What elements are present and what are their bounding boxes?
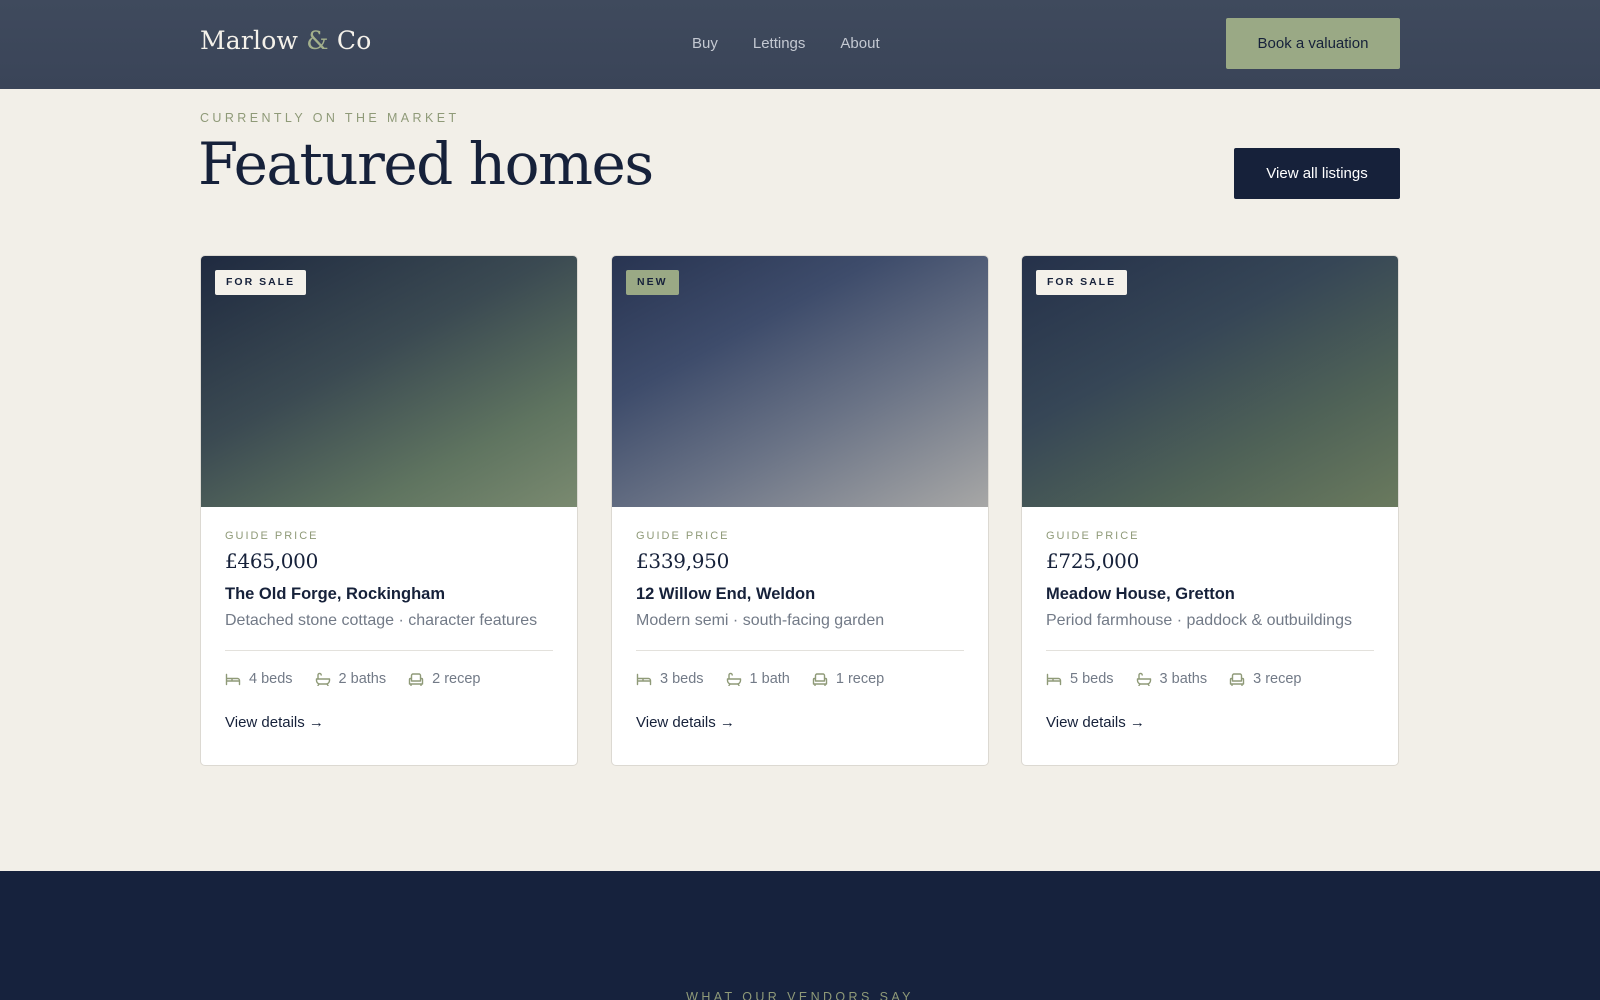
property-card[interactable]: FOR SALE GUIDE PRICE £725,000 Meadow Hou…: [1021, 255, 1399, 766]
property-card[interactable]: FOR SALE GUIDE PRICE £465,000 The Old Fo…: [200, 255, 578, 766]
bed-icon: [636, 673, 652, 686]
price: £465,000: [225, 549, 319, 573]
site-header: Marlow & Co Buy Lettings About Book a va…: [0, 0, 1600, 89]
recep-count: 1 recep: [835, 671, 885, 687]
feature-baths: 1 bath: [726, 671, 790, 687]
property-name: Meadow House, Gretton: [1046, 585, 1235, 603]
status-badge: FOR SALE: [215, 270, 307, 295]
section-eyebrow: CURRENTLY ON THE MARKET: [200, 111, 460, 125]
bath-icon: [726, 672, 741, 686]
logo-text: Marlow: [200, 26, 307, 55]
logo-text-end: Co: [328, 26, 372, 55]
bath-icon: [1136, 672, 1151, 686]
section-title: Featured homes: [198, 130, 654, 198]
feature-beds: 3 beds: [636, 671, 704, 687]
beds-count: 4 beds: [249, 671, 293, 687]
sofa-icon: [812, 673, 828, 686]
guide-price-label: GUIDE PRICE: [636, 530, 730, 542]
beds-count: 5 beds: [1070, 671, 1114, 687]
property-name: The Old Forge, Rockingham: [225, 585, 446, 603]
property-description: Modern semi · south-facing garden: [636, 612, 885, 629]
property-card[interactable]: NEW GUIDE PRICE £339,950 12 Willow End, …: [611, 255, 989, 766]
card-body: GUIDE PRICE £465,000 The Old Forge, Rock…: [225, 507, 553, 732]
property-description: Detached stone cottage · character featu…: [225, 612, 538, 629]
book-valuation-button[interactable]: Book a valuation: [1226, 18, 1400, 69]
sofa-icon: [1229, 673, 1245, 686]
card-body: GUIDE PRICE £725,000 Meadow House, Grett…: [1046, 507, 1374, 732]
price: £725,000: [1046, 549, 1140, 573]
feature-baths: 2 baths: [315, 671, 387, 687]
feature-recep: 3 recep: [1229, 671, 1302, 687]
feature-beds: 4 beds: [225, 671, 293, 687]
recep-count: 2 recep: [432, 671, 481, 687]
recep-count: 3 recep: [1253, 671, 1302, 687]
baths-count: 2 baths: [338, 671, 387, 687]
divider: [225, 650, 553, 651]
testimonials-section: WHAT OUR VENDORS SAY: [0, 871, 1600, 1000]
baths-count: 3 baths: [1159, 671, 1208, 687]
feature-recep: 1 recep: [812, 671, 884, 687]
divider: [636, 650, 964, 651]
property-name: 12 Willow End, Weldon: [636, 585, 816, 603]
beds-count: 3 beds: [660, 671, 704, 687]
status-badge: NEW: [626, 270, 679, 295]
testimonials-eyebrow: WHAT OUR VENDORS SAY: [686, 990, 914, 1000]
baths-count: 1 bath: [749, 671, 790, 687]
property-image[interactable]: NEW: [612, 256, 988, 507]
property-description: Period farmhouse · paddock & outbuilding…: [1046, 612, 1352, 629]
bed-icon: [1046, 673, 1062, 686]
divider: [1046, 650, 1374, 651]
feature-list: 4 beds 2 baths 2 recep: [225, 671, 553, 687]
price: £339,950: [636, 549, 730, 573]
card-body: GUIDE PRICE £339,950 12 Willow End, Weld…: [636, 507, 964, 732]
sofa-icon: [408, 673, 424, 686]
logo-ampersand: &: [306, 26, 329, 55]
bed-icon: [225, 673, 241, 686]
status-badge: FOR SALE: [1036, 270, 1128, 295]
view-details-link[interactable]: View details →: [636, 714, 735, 731]
feature-list: 3 beds 1 bath 1 recep: [636, 671, 964, 687]
guide-price-label: GUIDE PRICE: [225, 530, 319, 542]
view-details-link[interactable]: View details →: [225, 714, 324, 731]
property-image[interactable]: FOR SALE: [201, 256, 577, 507]
logo[interactable]: Marlow & Co: [200, 26, 371, 55]
feature-recep: 2 recep: [408, 671, 481, 687]
main-nav: Buy Lettings About: [692, 35, 880, 52]
feature-list: 5 beds 3 baths 3 recep: [1046, 671, 1374, 687]
bath-icon: [315, 672, 330, 686]
property-image[interactable]: FOR SALE: [1022, 256, 1398, 507]
guide-price-label: GUIDE PRICE: [1046, 530, 1140, 542]
view-details-link[interactable]: View details →: [1046, 714, 1145, 731]
feature-baths: 3 baths: [1136, 671, 1208, 687]
feature-beds: 5 beds: [1046, 671, 1114, 687]
view-all-listings-button[interactable]: View all listings: [1234, 148, 1400, 199]
nav-about[interactable]: About: [840, 35, 879, 52]
nav-buy[interactable]: Buy: [692, 35, 718, 52]
nav-lettings[interactable]: Lettings: [753, 35, 806, 52]
